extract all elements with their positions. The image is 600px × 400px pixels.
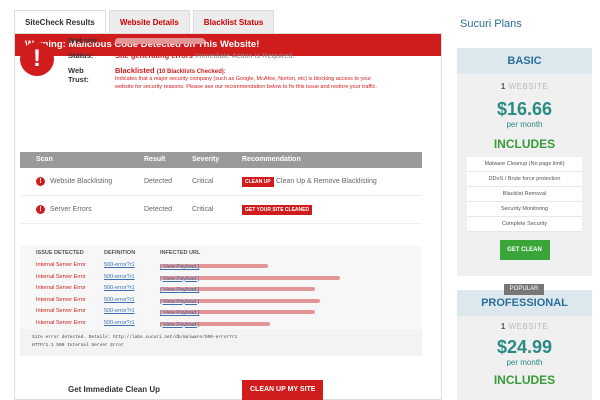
plan-basic: BASIC 1 WEBSITE $16.66 per month INCLUDE… xyxy=(457,48,592,276)
plan-count-number: 1 xyxy=(500,82,506,91)
scan-row: ! Website Blacklisting Detected Critical… xyxy=(20,168,422,196)
issue-name: Internal Server Error xyxy=(36,262,86,268)
clean-up-button[interactable]: CLEAN UP xyxy=(242,177,274,187)
trust-label-1: Web xyxy=(68,66,84,75)
view-payload-link[interactable]: [ View Payload ] xyxy=(160,299,199,305)
scan-result: Detected xyxy=(144,206,173,213)
result-tabs: SiteCheck Results Website Details Blackl… xyxy=(14,10,277,34)
scan-severity: Critical xyxy=(192,206,214,213)
issue-definition-link[interactable]: 500-error?r1 xyxy=(104,285,135,291)
trust-label: Web Trust: xyxy=(68,66,110,84)
col-recommendation: Recommendation xyxy=(242,156,301,163)
plan-per: per month xyxy=(506,358,543,367)
issues-header: ISSUE DETECTED DEFINITION INFECTED URL xyxy=(20,246,422,260)
plan-professional: POPULAR PROFESSIONAL 1 WEBSITE $24.99 pe… xyxy=(457,284,592,400)
trust-value: Blacklisted (10 Blacklists Checked): xyxy=(115,66,226,75)
plan-includes: INCLUDES xyxy=(493,373,556,387)
view-payload-link[interactable]: [ View Payload ] xyxy=(160,310,199,316)
view-payload-link[interactable]: [ View Payload ] xyxy=(160,264,199,270)
issue-name: Internal Server Error xyxy=(36,285,86,291)
issue-name: Internal Server Error xyxy=(36,308,86,314)
issue-name: Internal Server Error xyxy=(36,273,86,280)
plan-price: $24.99 xyxy=(496,337,553,357)
website-label: Website: xyxy=(68,36,100,45)
status-value: Site generating errors Immediate Action … xyxy=(115,51,295,60)
tab-blacklist-status[interactable]: Blacklist Status xyxy=(192,10,275,34)
alert-dot-icon: ! xyxy=(36,177,45,186)
scan-recommendation: Clean Up & Remove Blacklisting xyxy=(276,178,377,185)
issues-table: ISSUE DETECTED DEFINITION INFECTED URL I… xyxy=(20,246,422,333)
get-clean-button[interactable]: GET CLEAN xyxy=(499,240,550,260)
plan-count-label: WEBSITE xyxy=(508,322,549,331)
plan-features: Malware Cleanup (No page limit) DDoS / B… xyxy=(467,157,582,232)
col-infected-url: INFECTED URL xyxy=(160,250,201,256)
view-payload-link[interactable]: [ View Payload ] xyxy=(160,287,199,293)
col-issue: ISSUE DETECTED xyxy=(36,250,84,256)
scan-result: Detected xyxy=(144,178,173,185)
scan-table: Scan Result Severity Recommendation ! We… xyxy=(20,152,422,224)
issue-row: Internal Server Error 500-error?r1 [ Vie… xyxy=(20,295,422,307)
detail-line-2: HTTP/1.1 500 Internal Server Error xyxy=(32,343,124,348)
scan-name: Website Blacklisting xyxy=(50,178,113,185)
clean-up-my-site-button[interactable]: CLEAN UP MY SITE xyxy=(242,380,324,400)
tab-website-details[interactable]: Website Details xyxy=(108,10,190,34)
issue-definition-link[interactable]: 500-error?r1 xyxy=(104,262,135,268)
issue-row: Internal Server Error 500-error?r1 [ Vie… xyxy=(20,283,422,295)
view-payload-link[interactable]: [ View Payload ] xyxy=(160,276,199,282)
plans-title: Sucuri Plans xyxy=(460,18,522,30)
scan-name: Server Errors xyxy=(50,206,92,213)
scan-table-header: Scan Result Severity Recommendation xyxy=(20,152,422,168)
issue-definition-link[interactable]: 500-error?r1 xyxy=(104,274,135,280)
feature-item: Complete Security xyxy=(467,217,582,232)
col-scan: Scan xyxy=(36,156,53,163)
col-definition: DEFINITION xyxy=(104,250,136,256)
col-result: Result xyxy=(144,156,166,163)
alert-dot-icon: ! xyxy=(36,205,45,214)
popular-badge: POPULAR xyxy=(504,284,544,295)
detail-line-1: Site error detected. Details: http://lab… xyxy=(32,335,238,340)
issue-name: Internal Server Error xyxy=(36,296,86,303)
feature-item: Malware Cleanup (No page limit) xyxy=(467,157,582,172)
feature-item: DDoS / Brute force protection xyxy=(467,172,582,187)
status-value-text: Site generating errors xyxy=(115,51,193,60)
cleanup-cta: Get Immediate Clean Up CLEAN UP MY SITE xyxy=(20,380,422,400)
plan-name: BASIC xyxy=(457,48,592,74)
issue-row: Internal Server Error 500-error?r1 [ Vie… xyxy=(20,272,422,284)
plan-count: 1 WEBSITE xyxy=(457,322,592,331)
plan-count-label: WEBSITE xyxy=(508,82,549,91)
feature-item: Security Monitoring xyxy=(467,202,582,217)
plan-includes: INCLUDES xyxy=(493,137,556,151)
scan-row: ! Server Errors Detected Critical GET YO… xyxy=(20,196,422,224)
error-detail-box: Site error detected. Details: http://lab… xyxy=(20,330,422,356)
view-payload-link[interactable]: [ View Payload ] xyxy=(160,322,199,328)
plan-per: per month xyxy=(506,120,543,129)
trust-value-text: Blacklisted xyxy=(115,66,155,75)
issue-definition-link[interactable]: 500-error?r1 xyxy=(104,297,135,303)
tab-sitecheck-results[interactable]: SiteCheck Results xyxy=(14,10,106,34)
issue-row: Internal Server Error 500-error?r1 [ Vie… xyxy=(20,306,422,318)
issue-name: Internal Server Error xyxy=(36,319,86,326)
plan-count-number: 1 xyxy=(500,322,506,331)
status-label: Status: xyxy=(68,51,94,60)
scan-severity: Critical xyxy=(192,178,214,185)
feature-item: Blacklist Removal xyxy=(467,187,582,202)
cta-text: Get Immediate Clean Up xyxy=(68,385,161,394)
plan-price: $16.66 xyxy=(496,99,553,119)
status-suffix: Immediate Action is Required. xyxy=(195,51,295,60)
trust-description: Indicates that a major security company … xyxy=(115,76,377,90)
issue-row: Internal Server Error 500-error?r1 [ Vie… xyxy=(20,260,422,272)
trust-label-2: Trust: xyxy=(68,75,89,84)
issue-row: Internal Server Error 500-error?r1 [ Vie… xyxy=(20,318,422,330)
plan-count: 1 WEBSITE xyxy=(457,82,592,91)
issue-definition-link[interactable]: 500-error?r1 xyxy=(104,320,135,326)
issue-definition-link[interactable]: 500-error?r1 xyxy=(104,308,135,314)
col-severity: Severity xyxy=(192,156,220,163)
get-site-cleaned-button[interactable]: GET YOUR SITE CLEANED xyxy=(242,205,313,215)
alert-icon: ! xyxy=(20,42,54,76)
website-value-redacted xyxy=(115,36,205,45)
